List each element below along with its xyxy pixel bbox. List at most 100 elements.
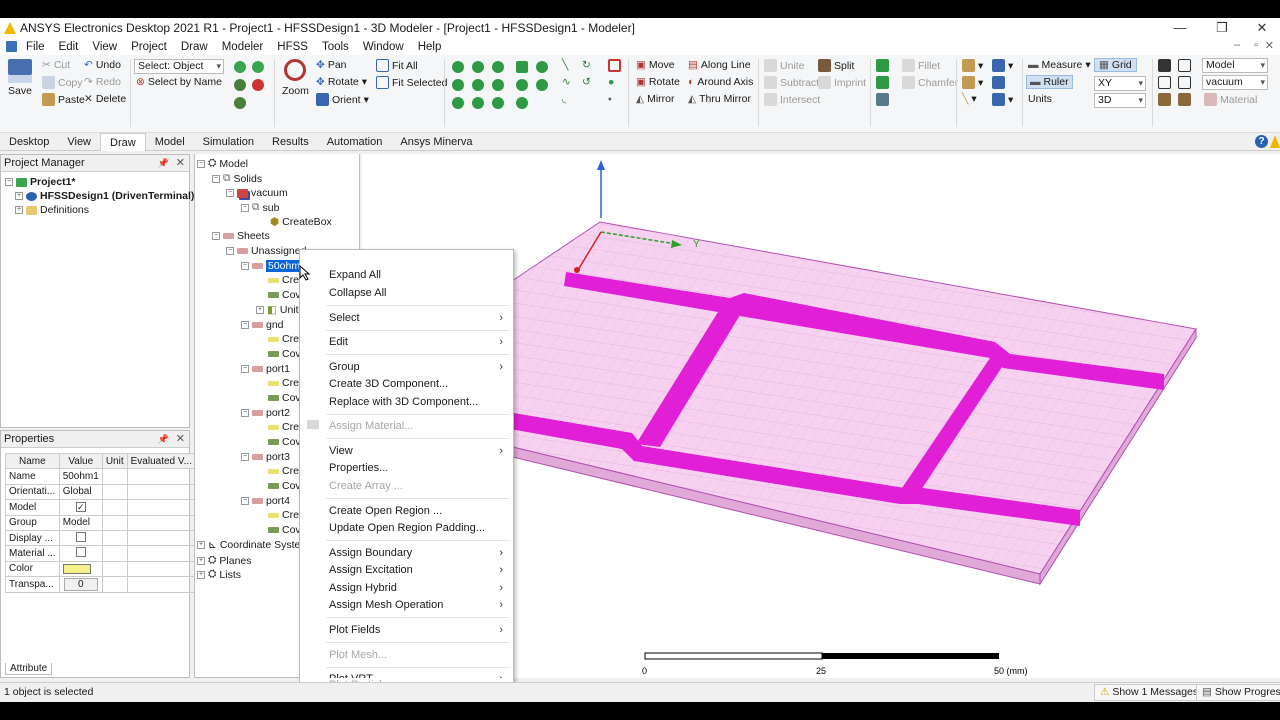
thicken-button[interactable] [876, 76, 889, 89]
save-button[interactable]: Save [8, 59, 32, 97]
wire-view-button[interactable] [1178, 76, 1191, 89]
tab-results[interactable]: Results [263, 133, 318, 151]
menu-item-assign-mesh-operation[interactable]: Assign Mesh Operation [329, 599, 443, 611]
draw-spline-button[interactable]: ∿ [562, 76, 571, 88]
menu-item-view[interactable]: View [329, 445, 353, 457]
draw-line-button[interactable]: ╲ [562, 59, 568, 71]
model-checkbox[interactable]: ✓ [75, 501, 86, 512]
tree-item-solids[interactable]: − ⧉ Solids [212, 172, 262, 185]
selection-edge-icon[interactable] [234, 79, 246, 91]
draw-ellipse-icon[interactable] [536, 61, 548, 73]
select-by-name-button[interactable]: ⊗ Select by Name [136, 76, 222, 88]
3d-component-button[interactable] [608, 59, 621, 72]
units-button[interactable]: Units [1028, 93, 1052, 105]
tree-item-port4[interactable]: − port4 [241, 495, 290, 507]
show-progress-button[interactable]: ▤ Show Progress [1196, 684, 1280, 701]
menu-edit[interactable]: Edit [52, 41, 86, 53]
draw-torus-icon[interactable] [492, 79, 504, 91]
zoom-button[interactable]: Zoom [282, 59, 309, 97]
set-working-cs-button[interactable]: ▾ [992, 59, 1013, 72]
color-swatch[interactable] [62, 563, 91, 574]
draw-equation-curve-button[interactable]: ↺ [582, 76, 591, 88]
tree-item-vacuum[interactable]: − vacuum [226, 187, 288, 199]
redo-button[interactable]: ↷ Redo [84, 76, 121, 88]
line-cs-button[interactable]: ╲ ▾ [962, 93, 977, 105]
grid-dim-combo[interactable]: 3D [1094, 93, 1146, 108]
menu-view[interactable]: View [85, 41, 124, 53]
menu-window[interactable]: Window [356, 41, 411, 53]
table-row[interactable]: Group Model [5, 514, 196, 531]
menu-item-assign-hybrid[interactable]: Assign Hybrid [329, 582, 397, 594]
mdi-restore-button[interactable]: ▫ [1254, 39, 1258, 51]
fit-all-button[interactable]: Fit All [376, 59, 418, 72]
draw-arc-button[interactable]: ↻ [582, 59, 591, 71]
move-button[interactable]: ▣ Move [636, 59, 675, 71]
menu-item-create-3d-component[interactable]: Create 3D Component... [329, 378, 448, 390]
view-options-button[interactable] [1158, 59, 1171, 72]
draw-rectangle-icon[interactable] [516, 61, 528, 73]
close-icon[interactable]: ✕ [176, 155, 185, 172]
table-row[interactable]: Transpa... 0 [5, 576, 196, 593]
model-type-combo[interactable]: Model [1202, 58, 1268, 73]
pin-icon[interactable]: 📌 [158, 155, 169, 172]
tree-item-planes[interactable]: + ⛭ Planes [197, 554, 252, 567]
draw-helix-icon[interactable] [492, 61, 504, 73]
menu-tools[interactable]: Tools [315, 41, 356, 53]
relative-cs-button[interactable] [992, 76, 1005, 89]
selection-face-icon[interactable] [252, 61, 264, 73]
material-appearance-checkbox[interactable] [75, 547, 86, 558]
tree-item-coordinate-systems[interactable]: + ⊾ Coordinate Syste [197, 539, 300, 551]
render-button[interactable] [1178, 59, 1191, 72]
tree-item-createbox[interactable]: ⬢ CreateBox [270, 216, 332, 228]
tab-automation[interactable]: Automation [318, 133, 392, 151]
tree-item-gnd[interactable]: − gnd [241, 319, 284, 331]
draw-regular-polyhedron-icon[interactable] [452, 79, 464, 91]
delete-button[interactable]: ✕ Delete [84, 93, 126, 105]
around-axis-button[interactable]: ◐ Around Axis [688, 76, 753, 88]
selection-filter-icon[interactable] [234, 61, 246, 73]
display-wireframe-checkbox[interactable] [75, 531, 86, 542]
rotate-view-button[interactable]: ✥ Rotate ▾ [316, 76, 367, 88]
menu-item-plot-fields[interactable]: Plot Fields [329, 624, 380, 636]
tree-item-cover[interactable]: Cov [268, 524, 301, 536]
draw-polygon-icon[interactable] [536, 79, 548, 91]
highlight-view-button[interactable] [1178, 93, 1191, 106]
ruler-toggle[interactable]: ▬ Ruler [1026, 75, 1073, 89]
menu-item-update-open-region-padding[interactable]: Update Open Region Padding... [329, 522, 485, 534]
tree-item-port2[interactable]: − port2 [241, 407, 290, 419]
draw-box-icon[interactable] [452, 61, 464, 73]
draw-circle-icon[interactable] [516, 79, 528, 91]
draw-cone-icon[interactable] [452, 97, 464, 109]
object-cs-button[interactable]: ▾ [992, 93, 1013, 106]
tab-desktop[interactable]: Desktop [0, 133, 58, 151]
create-cs-button[interactable]: ▾ [962, 59, 983, 72]
selection-vertex-icon[interactable] [234, 97, 246, 109]
material-button[interactable]: Material [1204, 93, 1257, 106]
table-row[interactable]: Orientati... Global [5, 483, 196, 501]
maximize-button[interactable]: ❐ [1202, 18, 1242, 38]
mirror-button[interactable]: ◭ Mirror [636, 93, 675, 105]
tree-item-project1[interactable]: − Project1* [5, 176, 76, 188]
draw-center-arc-button[interactable]: ◟ [562, 93, 566, 105]
fillet-button[interactable]: Fillet [902, 59, 940, 72]
table-row[interactable]: Display ... [5, 529, 196, 547]
selection-clear-icon[interactable] [252, 79, 264, 91]
tree-item-unassigned[interactable]: − Unassigned [226, 245, 306, 257]
tree-item-unite[interactable]: + ◧ Unit [256, 304, 299, 316]
draw-cylinder-icon[interactable] [472, 61, 484, 73]
undo-button[interactable]: ↶ Undo [84, 59, 121, 71]
tree-item-model[interactable]: − ⛭ Model [197, 157, 248, 170]
intersect-button[interactable]: Intersect [764, 93, 820, 106]
tree-item-hfssdesign1[interactable]: + HFSSDesign1 (DrivenTerminal)* [15, 190, 199, 202]
table-row[interactable]: Material ... [5, 545, 196, 562]
tab-view[interactable]: View [58, 133, 100, 151]
mdi-minimize-button[interactable]: – [1234, 39, 1240, 51]
menu-hfss[interactable]: HFSS [270, 41, 315, 53]
tab-simulation[interactable]: Simulation [194, 133, 263, 151]
menu-item-edit[interactable]: Edit [329, 336, 348, 348]
menu-file[interactable]: File [19, 41, 52, 53]
menu-item-group[interactable]: Group [329, 361, 360, 373]
tab-model[interactable]: Model [146, 133, 194, 151]
split-button[interactable]: Split [818, 59, 854, 72]
menu-item-plot-mesh[interactable]: Plot Mesh... [329, 649, 387, 661]
